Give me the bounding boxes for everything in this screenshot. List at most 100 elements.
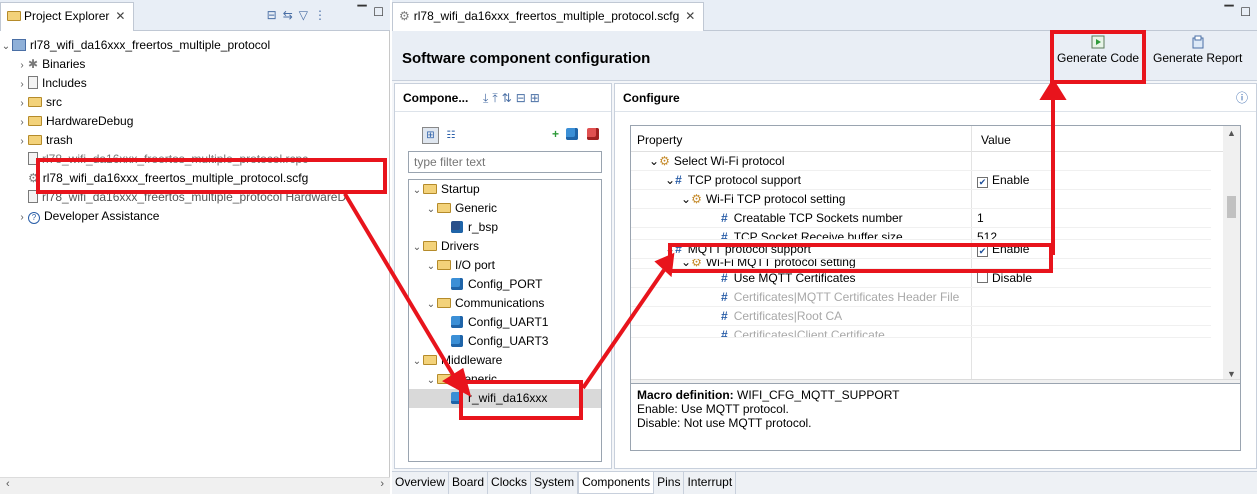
component-view-toggle[interactable]: ⊞ ☷ [422, 127, 459, 145]
view-toolbar[interactable]: ⊟⇆▽⋮ [267, 8, 332, 22]
scroll-left-icon[interactable]: ‹ [6, 478, 10, 490]
tree-item-trash[interactable]: › trash [0, 131, 390, 150]
scroll-down-icon[interactable]: ▼ [1227, 369, 1236, 379]
window-controls[interactable]: ▔ ☐ [1224, 5, 1251, 19]
tree-item-launch[interactable]: rl78_wifi_da16xxx_freertos_multiple_prot… [0, 188, 390, 207]
add-component-icon[interactable]: ⤓ [483, 91, 492, 105]
collapse-icon[interactable]: ⊟ [516, 91, 530, 105]
property-value[interactable]: 512 [977, 228, 997, 239]
table-row[interactable]: # Use MQTT Certificates Disable [631, 269, 1211, 288]
tree-item-includes[interactable]: › Includes [0, 74, 390, 93]
tree-item-communications[interactable]: ⌄ Communications [409, 294, 601, 313]
chevron-right-icon[interactable]: › [16, 94, 28, 113]
chevron-right-icon[interactable]: › [16, 208, 28, 227]
table-row[interactable]: # Certificates|Root CA [631, 307, 1211, 326]
chevron-down-icon[interactable]: ⌄ [425, 371, 437, 390]
tab-scfg-file[interactable]: ⚙ rl78_wifi_da16xxx_freertos_multiple_pro… [392, 2, 705, 31]
vertical-scrollbar[interactable]: ▲ ▼ [1223, 126, 1240, 381]
checkbox-checked[interactable]: ✔ [977, 177, 988, 188]
tree-item-rcpc[interactable]: rl78_wifi_da16xxx_freertos_multiple_prot… [0, 150, 390, 169]
chevron-down-icon[interactable]: ⌄ [425, 257, 437, 276]
chevron-down-icon[interactable]: ⌄ [411, 238, 423, 257]
table-row-mqtt[interactable]: ⌄# MQTT protocol support ✔ Enable [631, 240, 1211, 259]
remove-component-icon[interactable]: ⤒ [492, 91, 501, 105]
minimize-icon[interactable]: ▔ [1224, 5, 1233, 19]
maximize-icon[interactable]: ☐ [1240, 5, 1251, 19]
sort-icon[interactable]: ⇅ [502, 91, 516, 105]
table-row[interactable]: # TCP Socket Receive buffer size 512 [631, 228, 1211, 240]
table-row[interactable]: ⌄⚙ Select Wi-Fi protocol [631, 152, 1211, 171]
checkbox-unchecked[interactable] [977, 272, 988, 283]
add-icon[interactable]: + [552, 127, 559, 141]
column-property[interactable]: Property [637, 133, 682, 147]
view-menu-icon[interactable]: ⋮ [314, 8, 332, 22]
filter-input[interactable] [408, 151, 602, 173]
checkbox-checked[interactable]: ✔ [977, 246, 988, 257]
close-icon[interactable]: ✕ [685, 9, 695, 23]
component-add-tools[interactable]: + [552, 127, 604, 141]
tree-item-startup[interactable]: ⌄ Startup [409, 180, 601, 199]
tree-item-r-wifi-da16xxx[interactable]: r_wifi_da16xxx [409, 389, 601, 408]
generate-code-button[interactable]: Generate Code [1057, 35, 1139, 65]
tree-item-developer-assistance[interactable]: ›? Developer Assistance [0, 207, 390, 226]
tree-item-drivers[interactable]: ⌄ Drivers [409, 237, 601, 256]
tab-pins[interactable]: Pins [654, 472, 685, 494]
tree-item-config-port[interactable]: Config_PORT [409, 275, 601, 294]
column-value[interactable]: Value [981, 133, 1011, 147]
tab-overview[interactable]: Overview [392, 472, 450, 494]
generate-report-button[interactable]: Generate Report [1153, 35, 1242, 65]
tree-item-r-bsp[interactable]: r_bsp [409, 218, 601, 237]
tree-item-io-port[interactable]: ⌄ I/O port [409, 256, 601, 275]
table-row[interactable]: ⌄⚙ Wi-Fi TCP protocol setting [631, 190, 1211, 209]
components-toolbar[interactable]: ⤓⤒⇅⊟⊞ [483, 84, 544, 112]
tree-item-generic[interactable]: ⌄ Generic [409, 199, 601, 218]
info-icon[interactable]: ⓘ [1236, 84, 1248, 112]
remove-icon[interactable] [586, 128, 599, 140]
property-value[interactable]: 1 [977, 209, 984, 228]
tree-item-binaries[interactable]: › ✱ Binaries [0, 55, 390, 74]
maximize-icon[interactable]: ☐ [373, 5, 384, 19]
scroll-right-icon[interactable]: › [380, 478, 384, 490]
table-row[interactable]: ⌄# TCP protocol support ✔ Enable [631, 171, 1211, 190]
tab-clocks[interactable]: Clocks [488, 472, 532, 494]
tree-item-src[interactable]: › src [0, 93, 390, 112]
link-editor-icon[interactable]: ⇆ [283, 8, 299, 22]
scroll-up-icon[interactable]: ▲ [1227, 128, 1236, 138]
tree-view-icon[interactable]: ⊞ [422, 127, 439, 144]
chevron-right-icon[interactable]: › [16, 56, 28, 75]
table-row[interactable]: # Certificates|MQTT Certificates Header F… [631, 288, 1211, 307]
flat-view-icon[interactable]: ☷ [442, 128, 459, 145]
tab-system[interactable]: System [531, 472, 579, 494]
chevron-right-icon[interactable]: › [16, 132, 28, 151]
table-row[interactable]: # Certificates|Client Certificate [631, 326, 1211, 338]
chevron-down-icon[interactable]: ⌄ [411, 181, 423, 200]
tree-item-project[interactable]: ⌄ rl78_wifi_da16xxx_freertos_multiple_pro… [0, 36, 390, 55]
tree-item-hardwaredebug[interactable]: › HardwareDebug [0, 112, 390, 131]
chevron-down-icon[interactable]: ⌄ [665, 173, 675, 187]
tree-item-scfg[interactable]: ⚙ rl78_wifi_da16xxx_freertos_multiple_pro… [0, 169, 390, 188]
tree-item-middleware[interactable]: ⌄ Middleware [409, 351, 601, 370]
chevron-down-icon[interactable]: ⌄ [681, 192, 691, 206]
tree-item-config-uart1[interactable]: Config_UART1 [409, 313, 601, 332]
chevron-down-icon[interactable]: ⌄ [425, 200, 437, 219]
chevron-down-icon[interactable]: ⌄ [681, 259, 691, 268]
filter-icon[interactable]: ▽ [299, 8, 314, 22]
minimize-icon[interactable]: ▔ [357, 5, 366, 19]
table-row[interactable]: # Creatable TCP Sockets number 1 [631, 209, 1211, 228]
chevron-down-icon[interactable]: ⌄ [0, 37, 12, 56]
expand-icon[interactable]: ⊞ [530, 91, 544, 105]
tree-item-generic-middleware[interactable]: ⌄ Generic [409, 370, 601, 389]
chevron-right-icon[interactable]: › [16, 113, 28, 132]
tab-interrupt[interactable]: Interrupt [684, 472, 737, 494]
horizontal-scrollbar[interactable]: ‹ › [0, 477, 390, 494]
tree-item-config-uart3[interactable]: Config_UART3 [409, 332, 601, 351]
collapse-all-icon[interactable]: ⊟ [267, 8, 283, 22]
tab-project-explorer[interactable]: Project Explorer ✕ [0, 2, 135, 31]
chevron-down-icon[interactable]: ⌄ [425, 295, 437, 314]
tab-board[interactable]: Board [449, 472, 489, 494]
component-icon[interactable] [566, 128, 579, 140]
scroll-thumb[interactable] [1227, 196, 1236, 218]
window-controls[interactable]: ▔ ☐ [357, 5, 384, 19]
chevron-down-icon[interactable]: ⌄ [649, 154, 659, 168]
table-row[interactable]: ⌄⚙ Wi-Fi MQTT protocol setting [631, 259, 1211, 269]
